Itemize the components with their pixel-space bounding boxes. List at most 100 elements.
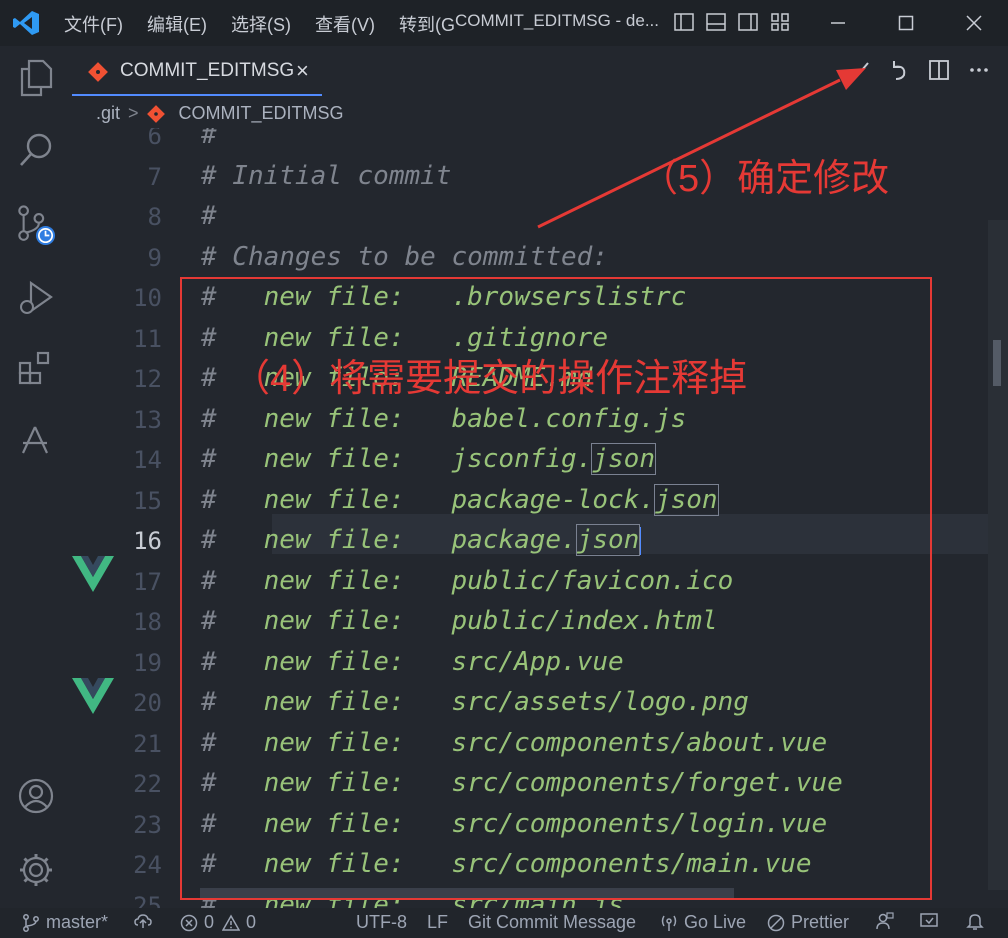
- toggle-panel-icon[interactable]: [706, 12, 726, 32]
- prettier-button[interactable]: Prettier: [767, 912, 849, 933]
- close-window-button[interactable]: [940, 0, 1008, 46]
- breadcrumb-folder[interactable]: .git: [96, 103, 120, 124]
- language-label: Git Commit Message: [468, 912, 637, 932]
- files-icon: [20, 59, 53, 97]
- run-debug-icon: [20, 280, 53, 314]
- editor-actions: [848, 58, 990, 82]
- customize-layout-icon[interactable]: [770, 12, 790, 32]
- eol-selector[interactable]: LF: [427, 912, 448, 933]
- line-number: 17: [133, 567, 162, 596]
- remote-explorer-button[interactable]: [16, 422, 56, 462]
- branch-icon: [23, 913, 39, 932]
- activity-bar: [0, 46, 72, 908]
- manage-button[interactable]: [16, 850, 56, 890]
- commit-button[interactable]: [848, 58, 870, 82]
- line-number: 6: [147, 128, 162, 150]
- tab-commit-editmsg[interactable]: COMMIT_EDITMSG ×: [72, 46, 322, 96]
- line-number: 9: [147, 243, 162, 272]
- language-selector[interactable]: Git Commit Message: [468, 912, 636, 933]
- scrollbar-thumb[interactable]: [993, 340, 1001, 386]
- line-number: 18: [133, 608, 162, 636]
- toggle-sidebar-icon[interactable]: [674, 12, 694, 32]
- prettier-label: Prettier: [791, 912, 850, 932]
- menu-selection[interactable]: 选择(S): [231, 11, 291, 37]
- line-number: 11: [133, 324, 162, 353]
- more-actions-button[interactable]: [968, 58, 990, 82]
- code-line: #: [201, 201, 217, 241]
- feedback-icon: [876, 912, 894, 930]
- account-icon: [18, 778, 54, 814]
- go-live-label: Go Live: [684, 912, 747, 932]
- line-number: 22: [133, 770, 162, 798]
- line-number: 20: [133, 689, 162, 717]
- layout-status-button[interactable]: [920, 912, 944, 930]
- line-number: 14: [133, 446, 162, 474]
- source-control-button[interactable]: [16, 205, 56, 246]
- sync-button[interactable]: [134, 912, 158, 930]
- error-count: 0: [204, 912, 215, 932]
- code-line: # Initial commit: [201, 161, 451, 201]
- search-icon: [20, 133, 52, 166]
- toggle-secondary-sidebar-icon[interactable]: [738, 12, 758, 32]
- comment-text: # Changes to be committed:: [201, 241, 608, 272]
- tab-label: COMMIT_EDITMSG: [120, 60, 295, 81]
- layout-controls: [674, 12, 790, 32]
- git-file-icon: [146, 104, 165, 123]
- code-line: # Changes to be committed:: [201, 242, 608, 282]
- accounts-button[interactable]: [16, 776, 56, 816]
- branch-indicator[interactable]: master*: [22, 912, 108, 933]
- feedback-button[interactable]: [876, 912, 900, 930]
- bell-icon: [966, 914, 984, 930]
- line-number: 7: [147, 162, 162, 191]
- encoding-selector[interactable]: UTF-8: [356, 912, 407, 933]
- explorer-button[interactable]: [16, 58, 56, 98]
- revert-button[interactable]: [888, 58, 910, 82]
- minimize-icon: [831, 22, 845, 24]
- extensions-button[interactable]: [16, 348, 56, 388]
- go-live-button[interactable]: Go Live: [660, 912, 746, 933]
- encoding-label: UTF-8: [356, 912, 407, 932]
- line-number: 21: [133, 729, 162, 758]
- minimize-button[interactable]: [804, 0, 872, 46]
- screen-icon: [920, 913, 938, 927]
- line-number: 23: [133, 810, 162, 839]
- close-tab-icon[interactable]: ×: [296, 58, 309, 84]
- line-number: 25: [133, 891, 162, 909]
- annotation-step5: （5）确定修改: [640, 158, 890, 200]
- warning-count: 0: [246, 912, 257, 932]
- branch-name: master*: [46, 912, 109, 932]
- extensions-icon: [18, 351, 50, 385]
- window-controls: [804, 0, 1008, 46]
- split-editor-icon: [929, 60, 949, 80]
- line-number: 15: [133, 486, 162, 515]
- check-icon: [849, 62, 869, 79]
- line-number: 8: [147, 203, 162, 231]
- more-icon: [970, 68, 988, 72]
- vertical-scrollbar[interactable]: [988, 220, 1008, 890]
- menu-go[interactable]: 转到(G: [399, 11, 455, 37]
- tab-bar: COMMIT_EDITMSG ×: [72, 46, 1008, 96]
- warning-icon: [222, 913, 241, 931]
- title-bar: 文件(F) 编辑(E) 选择(S) 查看(V) 转到(G COMMIT_EDIT…: [0, 0, 1008, 46]
- split-editor-button[interactable]: [928, 58, 950, 82]
- menu-edit[interactable]: 编辑(E): [147, 11, 207, 37]
- search-button[interactable]: [16, 130, 56, 170]
- undo-icon: [893, 61, 906, 80]
- annotation-step4: （4）将需要提交的操作注释掉: [232, 358, 748, 400]
- menu-bar: 文件(F) 编辑(E) 选择(S) 查看(V) 转到(G COMMIT_EDIT…: [64, 11, 683, 37]
- run-debug-button[interactable]: [16, 278, 56, 318]
- problems-indicator[interactable]: 0 0: [180, 912, 256, 933]
- maximize-button[interactable]: [872, 0, 940, 46]
- close-icon: [966, 15, 982, 31]
- vscode-logo-icon: [13, 11, 39, 35]
- notifications-button[interactable]: [966, 912, 990, 930]
- menu-file[interactable]: 文件(F): [64, 11, 123, 37]
- eol-label: LF: [427, 912, 449, 932]
- line-number: 13: [133, 405, 162, 434]
- breadcrumb-file[interactable]: COMMIT_EDITMSG: [179, 103, 344, 124]
- chevron-right-icon: >: [128, 103, 139, 123]
- git-file-icon: [88, 62, 108, 82]
- cloud-upload-icon: [134, 914, 152, 928]
- comment-text: #: [201, 128, 217, 150]
- menu-view[interactable]: 查看(V): [315, 11, 375, 37]
